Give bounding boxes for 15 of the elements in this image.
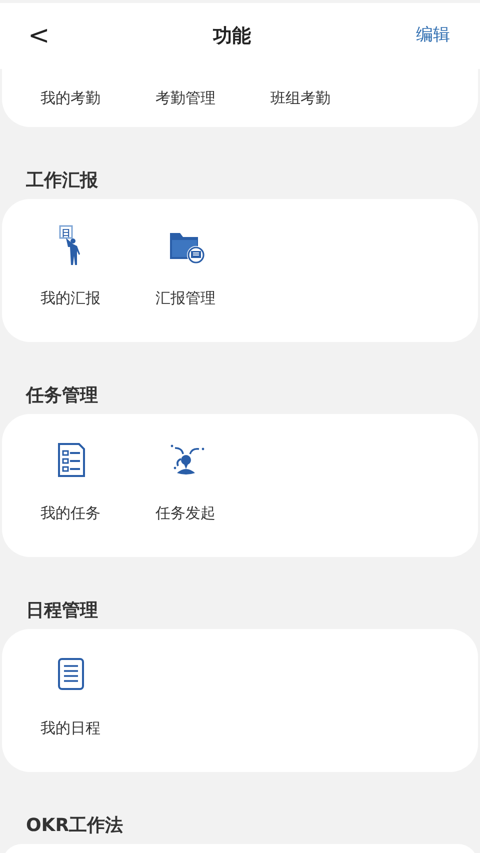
back-button[interactable]: < bbox=[24, 23, 54, 49]
function-item[interactable]: 任务发起 bbox=[128, 440, 243, 524]
function-item[interactable]: 日 我的汇报 bbox=[13, 225, 128, 310]
function-item[interactable]: 我的考勤 bbox=[13, 86, 128, 110]
function-item[interactable]: 考勤管理 bbox=[128, 86, 243, 110]
section-title: 工作汇报 bbox=[25, 169, 99, 193]
function-item[interactable]: 班组考勤 bbox=[243, 86, 358, 110]
function-item[interactable]: 汇报管理 bbox=[128, 225, 243, 310]
section-title: OKR工作法 bbox=[25, 814, 124, 838]
function-item[interactable]: 我的日程 bbox=[13, 655, 128, 740]
section-title: 任务管理 bbox=[24, 384, 99, 408]
page-title: 功能 bbox=[212, 24, 251, 49]
section-title: 日程管理 bbox=[25, 599, 99, 623]
edit-button[interactable]: 编辑 bbox=[410, 22, 456, 50]
function-item[interactable]: 我的任务 bbox=[13, 440, 128, 524]
